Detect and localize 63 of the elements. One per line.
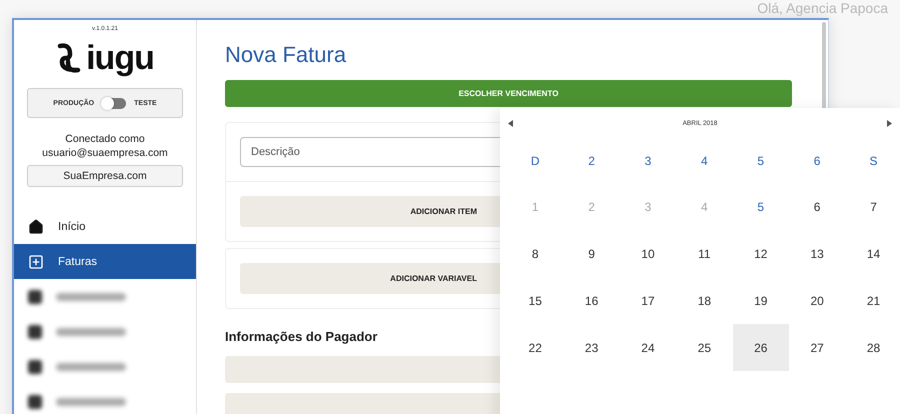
due-date-button[interactable]: ESCOLHER VENCIMENTO xyxy=(225,80,792,107)
calendar-day[interactable]: 6 xyxy=(788,183,846,230)
blurred-label xyxy=(56,362,126,370)
home-icon xyxy=(28,218,44,234)
triangle-icon xyxy=(508,120,513,126)
calendar-day[interactable]: 21 xyxy=(845,277,900,324)
blurred-icon xyxy=(28,290,42,304)
calendar-day[interactable]: 7 xyxy=(845,183,900,230)
calendar-day[interactable]: 20 xyxy=(788,277,846,324)
calendar-day: 4 xyxy=(676,183,733,230)
calendar-day[interactable]: 15 xyxy=(507,277,564,324)
logo-text: iugu xyxy=(86,40,154,76)
calendar-day[interactable]: 16 xyxy=(563,277,620,324)
plus-square-icon xyxy=(28,254,44,270)
previous-month-button[interactable] xyxy=(506,118,515,128)
calendar-day[interactable]: 22 xyxy=(507,324,564,371)
calendar-day: 3 xyxy=(620,183,676,230)
nav-item[interactable]: Início xyxy=(14,209,196,244)
blurred-icon xyxy=(28,324,42,338)
calendar-day: 1 xyxy=(507,183,564,230)
weekday-label: 2 xyxy=(587,152,596,170)
calendar-day[interactable]: 10 xyxy=(620,230,676,277)
calendar-day[interactable]: 28 xyxy=(845,324,900,371)
blurred-label xyxy=(56,292,126,300)
calendar-day[interactable]: 23 xyxy=(563,324,620,371)
blurred-icon xyxy=(28,394,42,408)
blurred-label xyxy=(56,328,126,336)
calendar-day[interactable]: 19 xyxy=(732,277,789,324)
nav-label: Faturas xyxy=(58,256,97,268)
calendar-day[interactable]: 25 xyxy=(676,324,733,371)
calendar-day[interactable]: 24 xyxy=(620,324,676,371)
weekday-label: S xyxy=(868,152,879,170)
page-title: Nova Fatura xyxy=(225,42,348,68)
calendar-day[interactable]: 9 xyxy=(563,230,620,277)
calendar-day[interactable]: 27 xyxy=(788,324,846,371)
calendar-day[interactable]: 26 xyxy=(732,324,789,371)
next-month-button[interactable] xyxy=(885,118,894,128)
nav-item[interactable]: Faturas xyxy=(14,244,196,279)
calendar-day[interactable]: 11 xyxy=(676,230,733,277)
calendar-day[interactable]: 14 xyxy=(845,230,900,277)
calendar-day[interactable]: 8 xyxy=(507,230,564,277)
blurred-label xyxy=(56,398,126,406)
calendar-day[interactable]: 17 xyxy=(620,277,676,324)
toggle-switch[interactable] xyxy=(102,98,126,108)
nav-label: Início xyxy=(58,220,86,232)
greeting-text: Olá, Agencia Papoca xyxy=(757,0,888,16)
calendar-day: 2 xyxy=(563,183,620,230)
connected-label: Conectado como xyxy=(65,132,145,146)
weekday-label: 6 xyxy=(812,152,822,170)
logo-icon xyxy=(56,42,82,74)
weekday-label: 3 xyxy=(644,152,652,170)
triangle-icon xyxy=(887,120,892,126)
calendar-day[interactable]: 18 xyxy=(676,277,733,324)
weekday-label: D xyxy=(530,152,541,170)
company-button[interactable]: SuaEmpresa.com xyxy=(27,165,183,187)
weekday-label: 5 xyxy=(756,152,766,170)
user-email: usuario@suaempresa.com xyxy=(42,146,168,160)
blurred-icon xyxy=(28,360,42,374)
calendar-day[interactable]: 12 xyxy=(732,230,789,277)
weekday-label: 4 xyxy=(700,152,709,170)
calendar-day[interactable]: 5 xyxy=(732,183,789,230)
section-heading: Informações do Pagador xyxy=(225,328,378,344)
calendar-day[interactable]: 13 xyxy=(788,230,846,277)
